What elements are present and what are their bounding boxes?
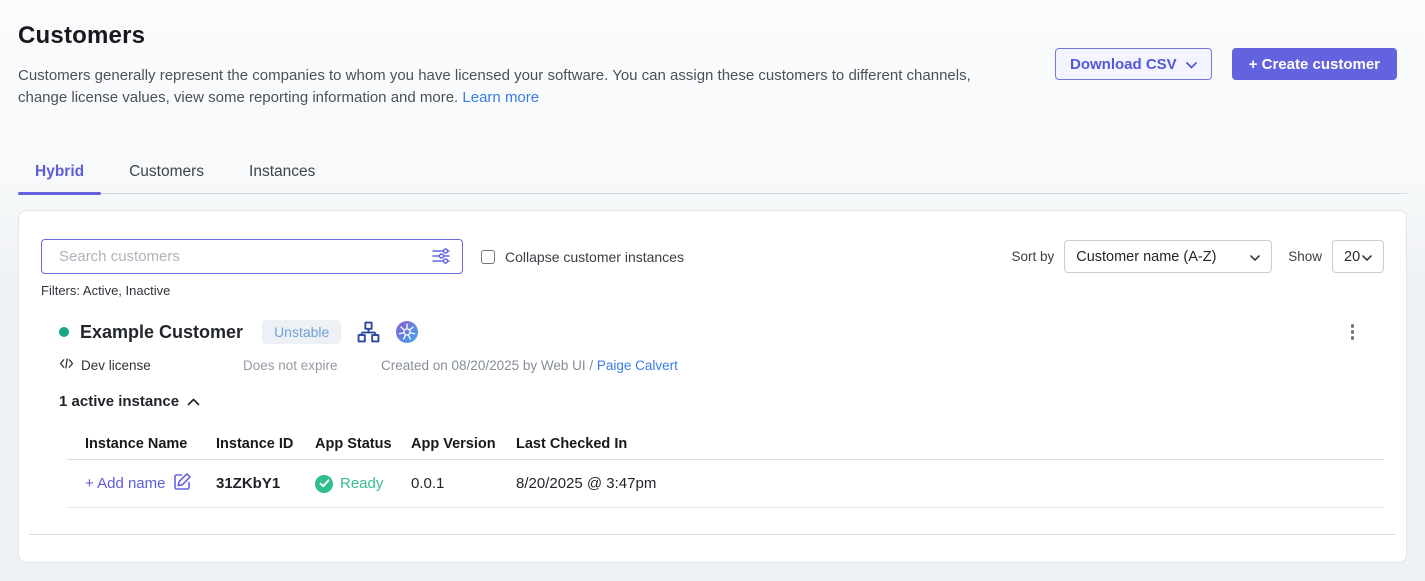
search-input[interactable] bbox=[41, 239, 463, 274]
sliders-icon[interactable] bbox=[430, 246, 452, 271]
sort-by-label: Sort by bbox=[1011, 249, 1054, 264]
chevron-down-icon bbox=[1362, 249, 1372, 265]
license-type-label: Dev license bbox=[81, 358, 151, 373]
license-row: Dev license Does not expire Created on 0… bbox=[59, 357, 1384, 373]
column-header-instance-id: Instance ID bbox=[216, 436, 315, 452]
created-info: Created on 08/20/2025 by Web UI / Paige … bbox=[381, 358, 678, 373]
table-row-divider bbox=[67, 507, 1384, 508]
collapse-instances-group: Collapse customer instances bbox=[481, 249, 684, 265]
license-type: Dev license bbox=[59, 357, 243, 373]
app-version: 0.0.1 bbox=[411, 475, 516, 492]
tab-hybrid[interactable]: Hybrid bbox=[18, 153, 101, 193]
instances-table: Instance Name Instance ID App Status App… bbox=[67, 429, 1384, 508]
created-text: Created on 08/20/2025 by Web UI / bbox=[381, 358, 597, 373]
chevron-down-icon bbox=[1186, 56, 1197, 73]
edit-pencil-icon bbox=[173, 472, 192, 495]
column-header-last-checked-in: Last Checked In bbox=[516, 436, 1384, 452]
chevron-down-icon bbox=[1250, 249, 1260, 265]
download-csv-button[interactable]: Download CSV bbox=[1055, 48, 1212, 80]
check-circle-icon bbox=[315, 475, 333, 493]
sitemap-icon bbox=[357, 321, 380, 344]
tab-customers[interactable]: Customers bbox=[112, 153, 221, 193]
table-row: + Add name 31ZKbY1 Ready bbox=[85, 460, 1384, 507]
code-icon bbox=[59, 357, 74, 373]
customer-section: Example Customer Unstable bbox=[41, 320, 1384, 508]
kebab-vertical-icon[interactable] bbox=[1347, 320, 1359, 344]
instances-table-header: Instance Name Instance ID App Status App… bbox=[85, 429, 1384, 459]
show-select[interactable]: 20 bbox=[1332, 240, 1384, 273]
last-checked-in: 8/20/2025 @ 3:47pm bbox=[516, 475, 1384, 492]
kubernetes-helm-icon bbox=[396, 321, 418, 343]
chevron-up-icon bbox=[187, 393, 200, 410]
show-label: Show bbox=[1288, 249, 1322, 264]
app-status: Ready bbox=[315, 475, 411, 493]
learn-more-link[interactable]: Learn more bbox=[462, 89, 539, 106]
header-actions: Download CSV + Create customer bbox=[1055, 48, 1397, 80]
active-status-dot bbox=[59, 327, 69, 337]
license-expiry: Does not expire bbox=[243, 358, 381, 373]
column-header-instance-name: Instance Name bbox=[85, 436, 216, 452]
filters-summary: Filters: Active, Inactive bbox=[41, 283, 1384, 298]
download-csv-label: Download CSV bbox=[1070, 56, 1177, 73]
add-name-label: + Add name bbox=[85, 475, 165, 492]
page-description: Customers generally represent the compan… bbox=[18, 65, 983, 109]
search-wrap bbox=[41, 239, 463, 274]
app-status-label: Ready bbox=[340, 475, 383, 492]
customers-card: Collapse customer instances Sort by Cust… bbox=[18, 210, 1407, 563]
section-divider bbox=[29, 534, 1396, 535]
customers-page: Customers Download CSV + Create customer… bbox=[0, 0, 1425, 563]
create-customer-button[interactable]: + Create customer bbox=[1232, 48, 1397, 80]
collapse-instances-checkbox[interactable] bbox=[481, 250, 495, 264]
collapse-instances-label: Collapse customer instances bbox=[505, 249, 684, 265]
column-header-app-version: App Version bbox=[411, 436, 516, 452]
instances-toggle-label: 1 active instance bbox=[59, 393, 179, 410]
toolbar: Collapse customer instances Sort by Cust… bbox=[41, 239, 1384, 274]
tab-instances[interactable]: Instances bbox=[232, 153, 332, 193]
sort-select-value: Customer name (A-Z) bbox=[1076, 249, 1216, 265]
tab-bar: Hybrid Customers Instances bbox=[18, 153, 1407, 194]
created-by-link[interactable]: Paige Calvert bbox=[597, 358, 678, 373]
instance-id: 31ZKbY1 bbox=[216, 475, 315, 492]
channel-badge[interactable]: Unstable bbox=[262, 320, 341, 344]
add-name-link[interactable]: + Add name bbox=[85, 472, 216, 495]
page-title: Customers bbox=[18, 22, 1407, 50]
sort-controls: Sort by Customer name (A-Z) Show 20 bbox=[1011, 240, 1384, 273]
show-select-value: 20 bbox=[1344, 249, 1360, 265]
instances-toggle[interactable]: 1 active instance bbox=[59, 393, 200, 410]
column-header-app-status: App Status bbox=[315, 436, 411, 452]
sort-select[interactable]: Customer name (A-Z) bbox=[1064, 240, 1272, 273]
customer-head: Example Customer Unstable bbox=[59, 320, 1384, 344]
customer-name[interactable]: Example Customer bbox=[80, 322, 243, 343]
